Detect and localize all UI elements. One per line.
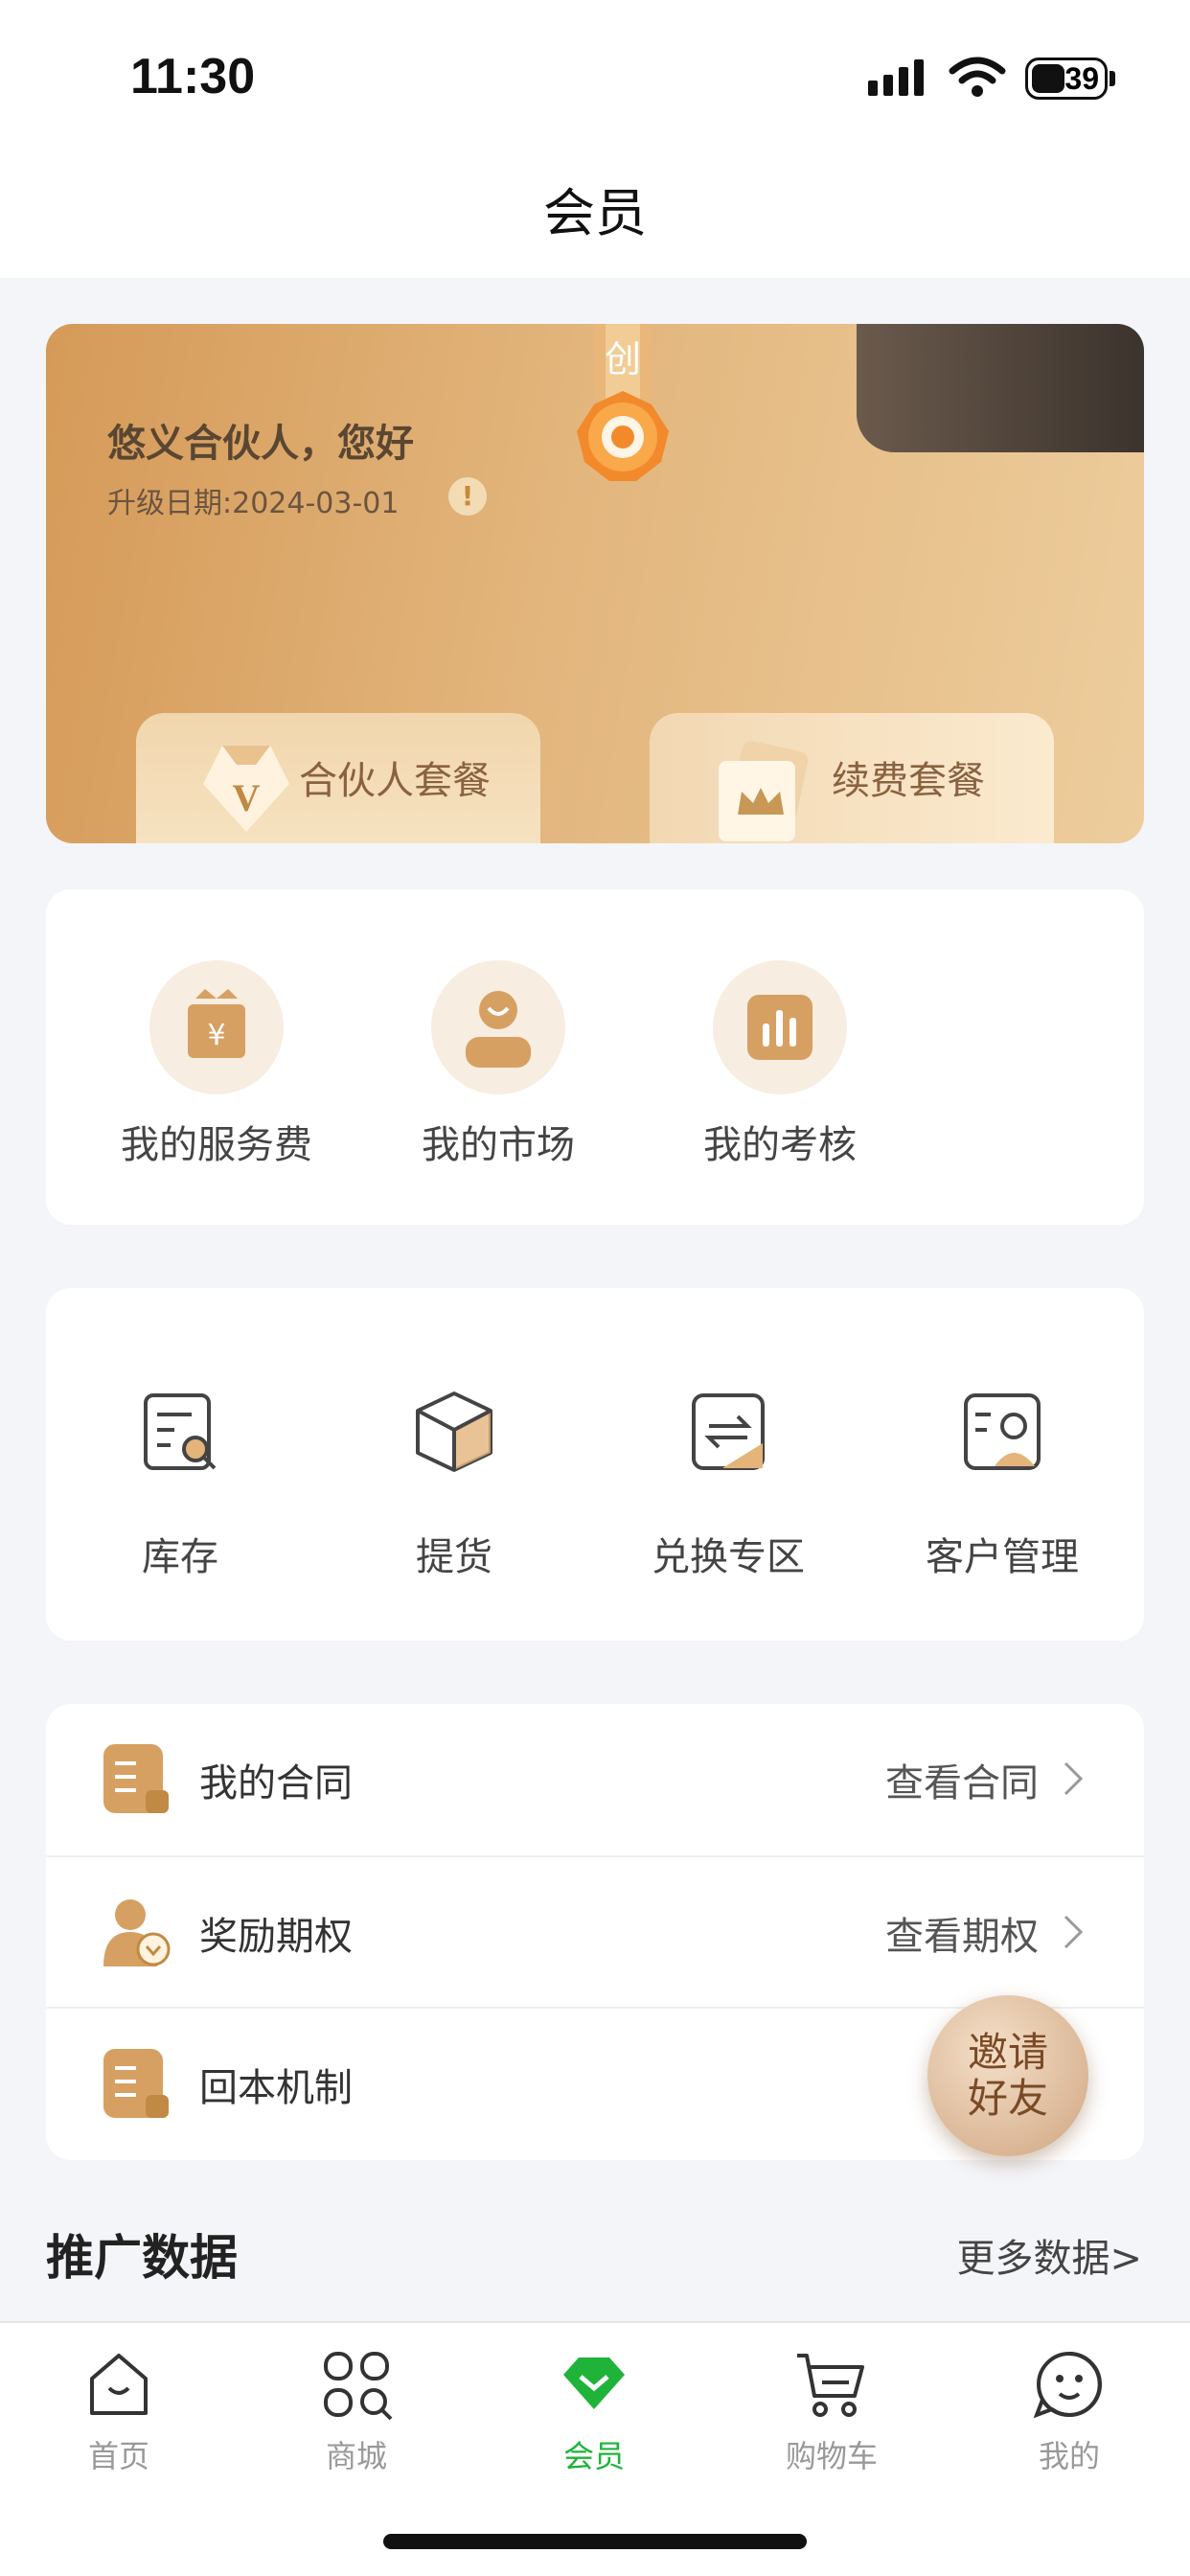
invite-line1: 邀请 (967, 2029, 1048, 2076)
member-greeting: 悠义合伙人，您好 (107, 422, 414, 466)
status-bar: 11:30 39 (0, 0, 1190, 144)
renewal-package-label: 续费套餐 (832, 759, 985, 803)
my-assessment-item[interactable]: 我的考核 (665, 960, 895, 1169)
contract-icon (103, 1744, 169, 1813)
page-title: 会员 (543, 183, 647, 243)
tool-label: 提货 (416, 1535, 492, 1579)
tab-label: 会员 (562, 2438, 625, 2474)
tab-home[interactable]: 首页 (33, 2346, 205, 2476)
customer-management-item[interactable]: 客户管理 (868, 1384, 1136, 1581)
inventory-item[interactable]: 库存 (46, 1384, 314, 1581)
home-indicator[interactable] (383, 2534, 807, 2549)
medal-char: 创 (605, 338, 641, 380)
medal-badge-icon: 创 (577, 324, 669, 481)
tab-mall[interactable]: 商城 (270, 2346, 443, 2476)
chevron-right-icon (1064, 1761, 1084, 1796)
v-gem-icon: V (203, 746, 289, 832)
row-title: 回本机制 (199, 2066, 353, 2110)
box-icon (416, 1392, 492, 1472)
document-icon (103, 2049, 169, 2118)
exchange-zone-item[interactable]: 兑换专区 (594, 1384, 862, 1581)
row-action[interactable]: 查看合同 (885, 1752, 1039, 1807)
my-contract-row[interactable]: 我的合同 查看合同 (46, 1704, 1144, 1855)
my-market-item[interactable]: 我的市场 (383, 960, 613, 1169)
invite-friends-button[interactable]: 邀请 好友 (927, 1995, 1088, 2156)
tool-label: 库存 (142, 1535, 218, 1579)
tool-label: 客户管理 (926, 1535, 1079, 1579)
crown-card-icon (719, 741, 809, 841)
svg-text:V: V (233, 776, 261, 819)
reward-user-icon (103, 1899, 171, 1966)
partner-package-label: 合伙人套餐 (299, 759, 491, 803)
home-icon (90, 2354, 148, 2415)
cart-icon (797, 2354, 864, 2417)
quick-actions-panel: ¥ 我的服务费 我的市场 我的考核 (46, 889, 1144, 1225)
promotion-section-title: 推广数据 (46, 2230, 238, 2286)
inventory-search-icon (144, 1393, 217, 1470)
row-action[interactable]: 查看期权 (885, 1905, 1039, 1961)
member-card[interactable]: 悠义合伙人，您好 升级日期:2024-03-01 ! 创 V 合伙人套餐 续费套… (46, 324, 1144, 843)
diamond-icon (563, 2358, 625, 2409)
tab-mine[interactable]: 我的 (983, 2346, 1156, 2476)
status-time: 11:30 (130, 49, 256, 104)
renewal-package-button[interactable]: 续费套餐 (650, 713, 1054, 843)
reward-options-row[interactable]: 奖励期权 查看期权 (46, 1855, 1144, 2007)
face-icon (1033, 2352, 1102, 2419)
tab-label: 首页 (87, 2438, 149, 2474)
card-corner-decoration (857, 324, 1144, 452)
bar-chart-icon (747, 995, 812, 1060)
cellular-signal-icon (868, 59, 924, 96)
tool-label: 兑换专区 (652, 1535, 805, 1579)
tab-label: 我的 (1038, 2438, 1100, 2474)
chevron-right-icon (1064, 1915, 1084, 1949)
tab-member[interactable]: 会员 (508, 2346, 680, 2476)
tab-label: 商城 (325, 2438, 387, 2474)
row-title: 我的合同 (199, 1761, 353, 1806)
upgrade-date: 升级日期:2024-03-01 (107, 487, 400, 520)
pickup-item[interactable]: 提货 (320, 1384, 588, 1581)
quick-action-label: 我的服务费 (121, 1123, 312, 1167)
battery-nub (1110, 71, 1115, 86)
exchange-icon (692, 1393, 765, 1470)
my-service-fee-item[interactable]: ¥ 我的服务费 (102, 960, 332, 1169)
row-title: 奖励期权 (199, 1915, 353, 1959)
quick-action-label: 我的市场 (422, 1123, 575, 1167)
customer-card-icon (964, 1393, 1041, 1470)
wifi-icon (949, 57, 1006, 97)
info-icon[interactable]: ! (448, 477, 487, 516)
tab-cart[interactable]: 购物车 (745, 2346, 918, 2476)
yuan-bag-icon: ¥ (188, 989, 245, 1058)
user-icon (466, 991, 531, 1068)
quick-action-label: 我的考核 (703, 1123, 857, 1167)
svg-text:¥: ¥ (207, 1019, 225, 1052)
tools-panel: 库存 提货 兑换专区 客户管理 (46, 1288, 1144, 1641)
tab-label: 购物车 (785, 2438, 878, 2474)
battery-icon: 39 (1025, 58, 1108, 100)
grid-search-icon (324, 2352, 393, 2421)
partner-package-button[interactable]: V 合伙人套餐 (136, 713, 540, 843)
battery-level: 39 (1064, 60, 1099, 96)
more-data-link[interactable]: 更多数据> (956, 2227, 1142, 2283)
invite-line2: 好友 (967, 2075, 1048, 2122)
nav-bar: 会员 (0, 144, 1190, 278)
